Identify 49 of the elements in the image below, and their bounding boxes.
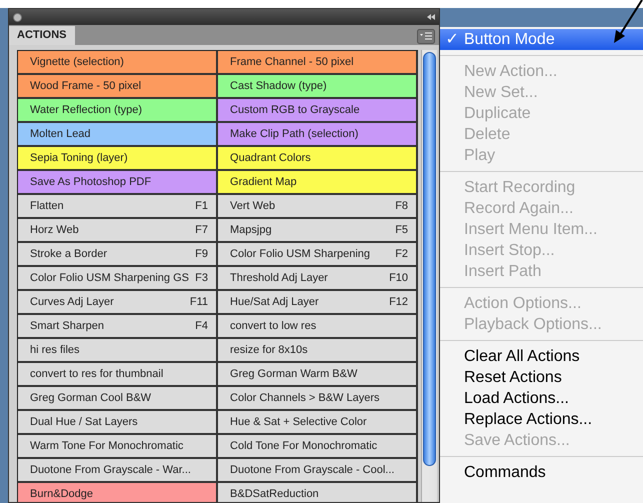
menu-item[interactable]: Reset Actions [440,367,643,388]
menu-item[interactable]: Commands [440,462,643,483]
action-button[interactable]: Flatten F1 [18,195,218,219]
action-button[interactable]: Warm Tone For Monochromatic [18,435,218,459]
action-button[interactable]: Water Reflection (type) [18,99,218,123]
action-button[interactable]: Gradient Map [218,171,418,195]
action-button[interactable]: Duotone From Grayscale - Cool... [218,459,418,483]
action-button[interactable]: Cold Tone For Monochromatic [218,435,418,459]
action-button[interactable]: Color Channels > B&W Layers [218,387,418,411]
action-button[interactable]: Custom RGB to Grayscale [218,99,418,123]
action-button[interactable]: Cast Shadow (type) [218,75,418,99]
action-button[interactable]: Threshold Adj Layer F10 [218,267,418,291]
menu-item[interactable]: Replace Actions... [440,409,643,430]
action-button[interactable]: resize for 8x10s [218,339,418,363]
action-button[interactable]: Frame Channel - 50 pixel [218,51,418,75]
action-button[interactable]: Hue/Sat Adj Layer F12 [218,291,418,315]
action-button[interactable]: Quadrant Colors [218,147,418,171]
action-button[interactable]: Vignette (selection) [18,51,218,75]
action-button[interactable]: Curves Adj Layer F11 [18,291,218,315]
action-button[interactable]: Burn&Dodge [18,483,218,502]
collapse-icon[interactable] [427,14,435,20]
action-button[interactable]: Sepia Toning (layer) [18,147,218,171]
action-button[interactable]: Molten Lead [18,123,218,147]
action-button[interactable]: Make Clip Path (selection) [218,123,418,147]
arrow-drawing [612,0,643,44]
menu-item[interactable]: Load Actions... [440,388,643,409]
action-button[interactable]: Duotone From Grayscale - War... [18,459,218,483]
action-button[interactable]: Greg Gorman Warm B&W [218,363,418,387]
action-button[interactable]: Save As Photoshop PDF [18,171,218,195]
scrollbar-thumb[interactable] [423,52,436,466]
action-button[interactable]: Smart Sharpen F4 [18,315,218,339]
menu-item[interactable]: Clear All Actions [440,346,643,367]
action-button[interactable]: Stroke a Border F9 [18,243,218,267]
action-button[interactable]: hi res files [18,339,218,363]
action-button[interactable]: Wood Frame - 50 pixel [18,75,218,99]
action-button[interactable]: Vert Web F8 [218,195,418,219]
action-button[interactable]: Color Folio USM Sharpening GS F3 [18,267,218,291]
panel-menu-icon[interactable] [417,29,435,44]
action-button[interactable]: Hue & Sat + Selective Color [218,411,418,435]
action-button[interactable]: Horz Web F7 [18,219,218,243]
actions-tab[interactable]: ACTIONS [9,26,74,45]
action-button[interactable]: Dual Hue / Sat Layers [18,411,218,435]
action-button[interactable]: Mapsjpg F5 [218,219,418,243]
action-button[interactable]: B&DSatReduction [218,483,418,502]
action-button[interactable]: Color Folio USM Sharpening F2 [218,243,418,267]
action-button[interactable]: convert to res for thumbnail [18,363,218,387]
action-button[interactable]: Greg Gorman Cool B&W [18,387,218,411]
menu-item[interactable]: ✓ Button Mode [440,29,643,50]
action-button[interactable]: convert to low res [218,315,418,339]
